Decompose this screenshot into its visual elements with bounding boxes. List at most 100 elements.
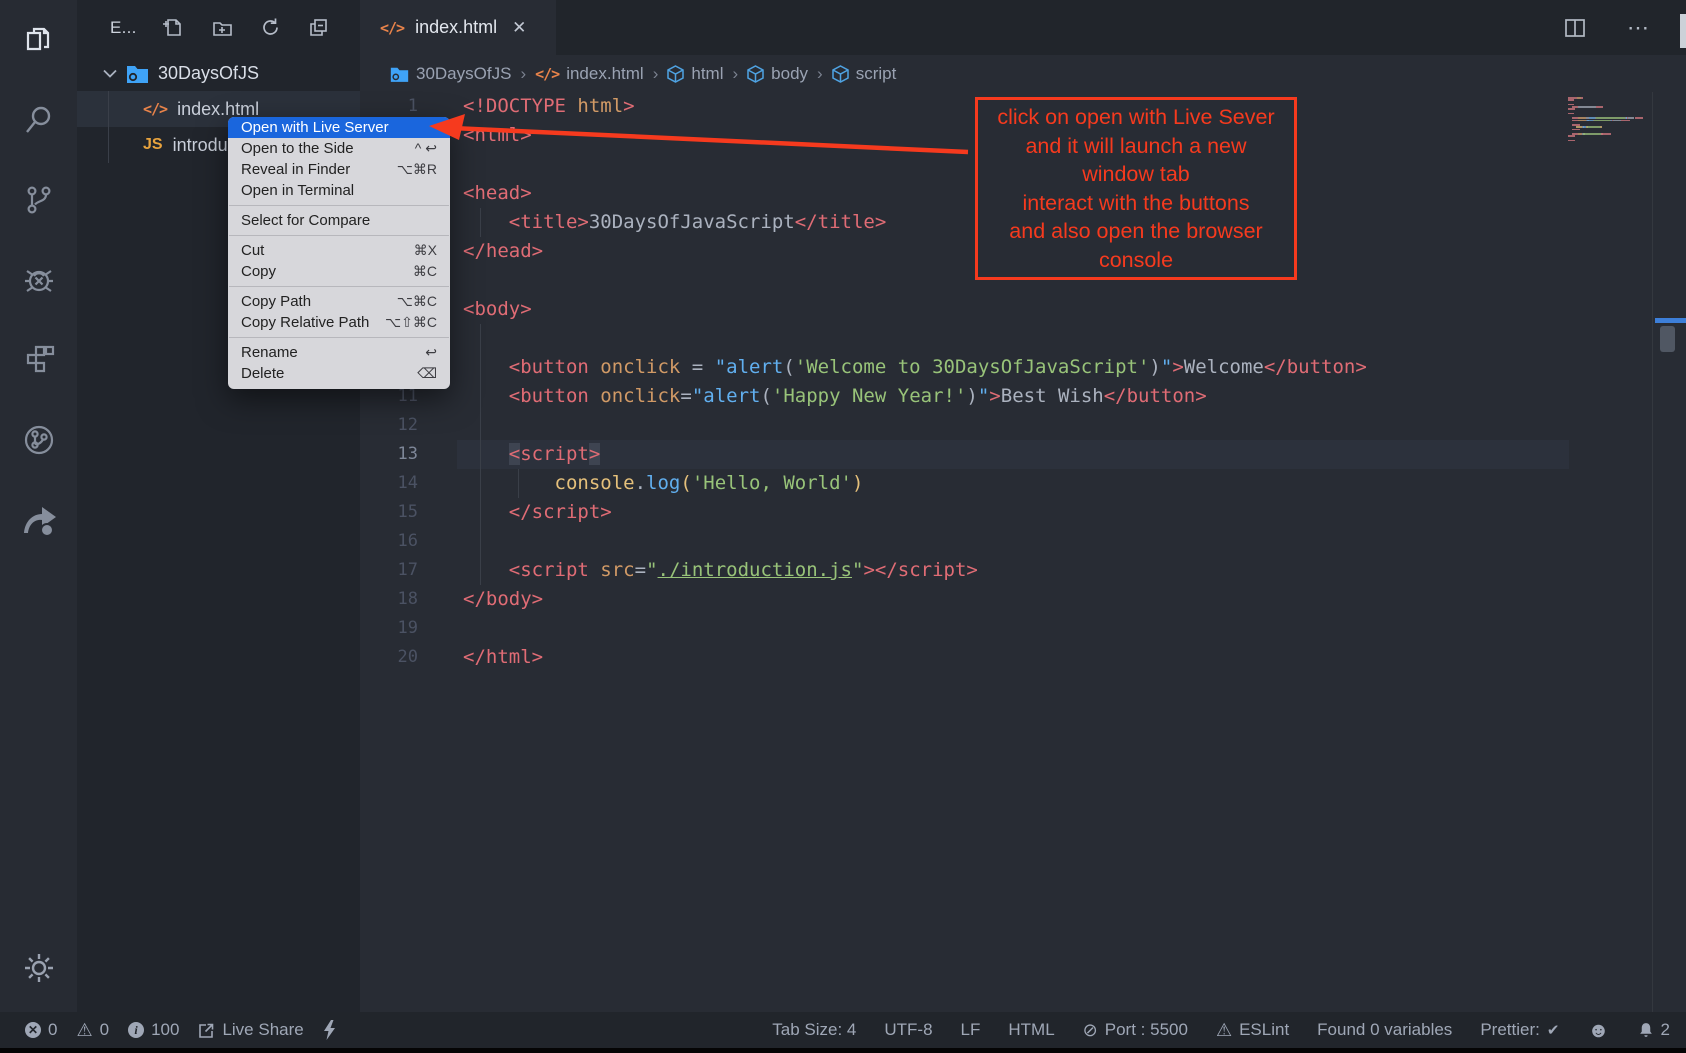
code-line-14[interactable]: 14 console.log('Hello, World') [360,469,1686,498]
status-eslint[interactable]: ⚠ESLint [1216,1020,1289,1040]
menu-item-copy[interactable]: Copy⌘C [228,261,450,282]
current-line-highlight [457,440,1569,469]
line-number: 14 [360,469,418,498]
window-bottom-edge [0,1048,1686,1053]
menu-item-copy-relative-path[interactable]: Copy Relative Path⌥⇧⌘C [228,312,450,333]
tab-index-html[interactable]: </> index.html ✕ [360,0,556,55]
breadcrumb-item-html[interactable]: html [667,64,723,84]
status-0[interactable]: ⚠0 [76,1020,109,1040]
error-icon: ✕ [25,1022,41,1038]
html-file-icon: </> [143,100,167,118]
folder-icon [390,66,409,82]
status-label: 0 [100,1020,109,1040]
status-live-share[interactable]: Live Share [198,1020,303,1040]
breadcrumb-label: index.html [566,64,643,84]
status-label: Tab Size: 4 [772,1020,856,1040]
menu-item-open-in-terminal[interactable]: Open in Terminal [228,180,450,201]
status-0[interactable]: ✕0 [25,1020,57,1040]
new-file-icon[interactable] [163,17,184,38]
status-tab-size-4[interactable]: Tab Size: 4 [772,1020,856,1040]
menu-item-open-with-live-server[interactable]: Open with Live Server [228,117,450,138]
status-html[interactable]: HTML [1008,1020,1054,1040]
breadcrumb-label: script [856,64,897,84]
status-label: UTF-8 [884,1020,932,1040]
search-icon[interactable] [0,80,77,160]
breadcrumb-item-script[interactable]: script [832,64,897,84]
run-debug-icon[interactable] [0,240,77,320]
breadcrumb-item-body[interactable]: body [747,64,808,84]
html-icon: </> [535,64,559,84]
code-line-16[interactable]: 16 [360,527,1686,556]
status-2[interactable]: 2 [1638,1020,1670,1040]
menu-item-label: Open to the Side [241,140,354,157]
code-text: </script> [463,498,612,527]
code-text: console.log('Hello, World') [463,469,863,498]
status-found-0-variables[interactable]: Found 0 variables [1317,1020,1452,1040]
code-line-12[interactable]: 12 [360,411,1686,440]
minimap-divider [1652,92,1653,1012]
menu-item-label: Select for Compare [241,212,370,229]
status-smiley-icon[interactable]: ☻ [1587,1020,1609,1041]
refresh-icon[interactable] [260,17,281,38]
menu-item-reveal-in-finder[interactable]: Reveal in Finder ⌥⌘R [228,159,450,180]
context-menu: Open with Live ServerOpen to the Side^ ↩… [228,117,450,389]
menu-item-delete[interactable]: Delete⌫ [228,363,450,384]
status-100[interactable]: i 100 [128,1020,179,1040]
menu-item-rename[interactable]: Rename↩ [228,342,450,363]
info-icon: i [128,1022,144,1038]
annotation-text-line: and also open the browser [978,217,1294,246]
code-line-13[interactable]: 13 <script> [360,440,1686,469]
status-port-5500[interactable]: ⊘Port : 5500 [1083,1020,1188,1040]
menu-item-copy-path[interactable]: Copy Path⌥⌘C [228,291,450,312]
tree-folder-30daysofjs[interactable]: 30DaysOfJS [77,55,360,91]
status-lightning-icon[interactable] [323,1020,336,1040]
breadcrumb-item-30daysofjs[interactable]: 30DaysOfJS [390,64,511,84]
scrollbar-thumb[interactable] [1660,326,1675,352]
menu-separator [229,337,449,338]
share-arrow-icon[interactable] [0,480,77,560]
circle-branch-icon[interactable] [0,400,77,480]
code-line-15[interactable]: 15 </script> [360,498,1686,527]
code-line-8[interactable]: 8<body> [360,295,1686,324]
code-line-9[interactable]: 9 [360,324,1686,353]
code-text: <button onclick = "alert('Welcome to 30D… [463,353,1367,382]
code-line-11[interactable]: 11 <button onclick="alert('Happy New Yea… [360,382,1686,411]
breadcrumb-item-index-html[interactable]: </> index.html [535,64,644,84]
code-text: <body> [463,295,532,324]
minimap[interactable] [1568,97,1658,142]
menu-item-open-to-the-side[interactable]: Open to the Side^ ↩ [228,138,450,159]
menu-item-cut[interactable]: Cut⌘X [228,240,450,261]
check-icon: ✔ [1547,1023,1560,1038]
status-prettier[interactable]: Prettier:✔ [1480,1020,1559,1040]
status-label: LF [961,1020,981,1040]
line-number: 19 [360,614,418,643]
menu-item-shortcut: ⌥⌘R [397,161,437,178]
new-folder-icon[interactable] [211,18,233,38]
explorer-header: E... [77,0,360,55]
status-lf[interactable]: LF [961,1020,981,1040]
menu-item-select-for-compare[interactable]: Select for Compare [228,210,450,231]
status-utf-8[interactable]: UTF-8 [884,1020,932,1040]
indent-guide [480,208,481,237]
status-label: 100 [151,1020,179,1040]
smiley-icon: ☻ [1587,1020,1609,1041]
close-icon[interactable]: ✕ [512,18,526,38]
breadcrumb-separator: › [817,64,823,84]
code-line-17[interactable]: 17 <script src="./introduction.js"></scr… [360,556,1686,585]
code-line-19[interactable]: 19 [360,614,1686,643]
circle-slash-icon: ⊘ [1083,1021,1098,1039]
source-control-icon[interactable] [0,160,77,240]
collapse-all-icon[interactable] [308,17,329,38]
code-line-20[interactable]: 20</html> [360,643,1686,672]
code-line-10[interactable]: 10 <button onclick = "alert('Welcome to … [360,353,1686,382]
split-editor-icon[interactable] [1565,19,1585,37]
more-actions-icon[interactable]: ⋯ [1627,15,1650,41]
settings-gear-icon[interactable] [0,948,77,988]
code-line-18[interactable]: 18</body> [360,585,1686,614]
code-text: <title>30DaysOfJavaScript</title> [463,208,886,237]
menu-item-label: Open in Terminal [241,182,354,199]
menu-item-label: Reveal in Finder [241,161,350,178]
code-text: <!DOCTYPE html> [463,92,635,121]
explorer-icon[interactable] [0,0,77,80]
extensions-icon[interactable] [0,320,77,400]
